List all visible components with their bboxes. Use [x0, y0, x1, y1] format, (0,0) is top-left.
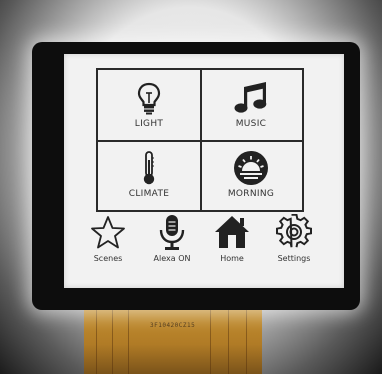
flex-ribbon-cable: [84, 300, 262, 374]
ribbon-trace: [96, 300, 97, 374]
tile-label: MUSIC: [235, 119, 267, 129]
settings-button[interactable]: Settings: [264, 212, 324, 274]
button-label: Home: [220, 254, 244, 263]
ribbon-trace: [210, 300, 211, 374]
microphone-icon: [157, 212, 187, 252]
ribbon-trace: [228, 300, 229, 374]
tile-grid: LIGHT MUSIC CLIMATE MORNING: [96, 68, 304, 212]
music-note-icon: [232, 80, 270, 116]
tile-morning[interactable]: MORNING: [200, 140, 302, 210]
home-icon: [213, 212, 251, 252]
thermometer-icon: [141, 150, 157, 186]
tile-climate[interactable]: CLIMATE: [98, 140, 202, 210]
alexa-button[interactable]: Alexa ON: [142, 212, 202, 274]
gear-icon: [276, 212, 312, 252]
tile-label: CLIMATE: [128, 189, 170, 199]
home-button[interactable]: Home: [202, 212, 262, 274]
tile-music[interactable]: MUSIC: [200, 70, 302, 142]
lcd-screen: LIGHT MUSIC CLIMATE MORNING Scenes Alexa…: [64, 54, 344, 288]
bottom-bar: Scenes Alexa ON Home Settings: [78, 212, 330, 274]
button-label: Settings: [277, 254, 311, 263]
button-label: Alexa ON: [153, 254, 191, 263]
lightbulb-icon: [137, 80, 161, 116]
button-label: Scenes: [93, 254, 123, 263]
tile-label: MORNING: [227, 189, 275, 199]
ribbon-trace: [246, 300, 247, 374]
ribbon-part-number: 3F10420CZ15: [150, 322, 196, 329]
tile-light[interactable]: LIGHT: [98, 70, 202, 142]
scenes-button[interactable]: Scenes: [78, 212, 138, 274]
tile-label: LIGHT: [134, 119, 164, 129]
ribbon-trace: [128, 300, 129, 374]
ribbon-trace: [112, 300, 113, 374]
sunrise-icon: [233, 150, 269, 186]
star-icon: [90, 212, 126, 252]
